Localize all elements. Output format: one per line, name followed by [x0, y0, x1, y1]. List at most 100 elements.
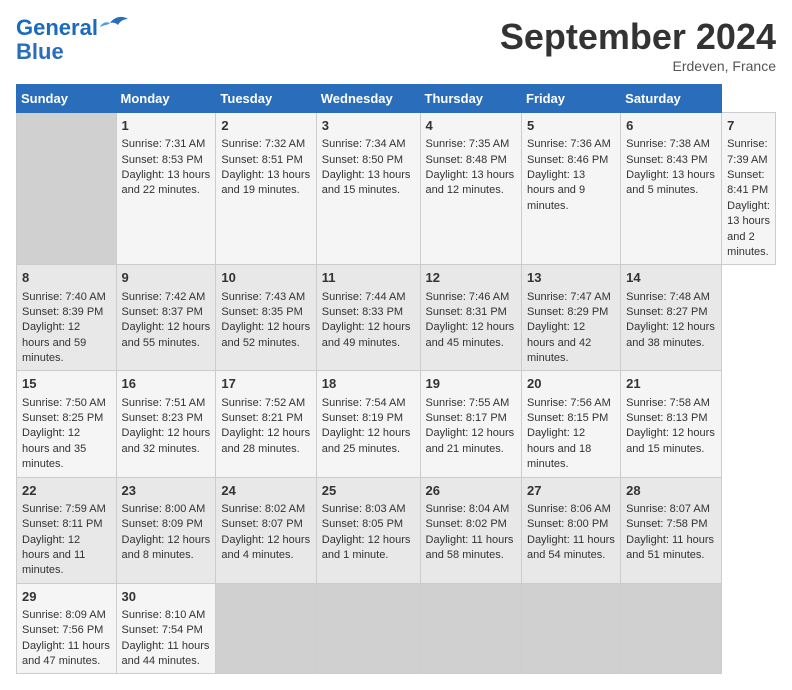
sunset-text: Sunset: 8:09 PM: [122, 518, 203, 530]
sunset-text: Sunset: 8:23 PM: [122, 412, 203, 424]
daylight-text: Daylight: 12 hours and 49 minutes.: [322, 321, 411, 348]
sunrise-text: Sunrise: 7:48 AM: [626, 291, 710, 303]
sunset-text: Sunset: 8:50 PM: [322, 154, 403, 166]
calendar-day-cell: 8Sunrise: 7:40 AMSunset: 8:39 PMDaylight…: [17, 265, 117, 371]
calendar-day-cell: 10Sunrise: 7:43 AMSunset: 8:35 PMDayligh…: [216, 265, 316, 371]
sunset-text: Sunset: 8:21 PM: [221, 412, 302, 424]
daylight-text: Daylight: 12 hours and 18 minutes.: [527, 427, 591, 470]
sunset-text: Sunset: 7:54 PM: [122, 624, 203, 636]
daylight-text: Daylight: 11 hours and 51 minutes.: [626, 534, 714, 561]
sunset-text: Sunset: 8:51 PM: [221, 154, 302, 166]
calendar-day-cell: [316, 583, 420, 674]
day-number: 15: [22, 375, 111, 393]
logo: General Blue: [16, 16, 128, 64]
sunset-text: Sunset: 8:15 PM: [527, 412, 608, 424]
sunrise-text: Sunrise: 7:58 AM: [626, 397, 710, 409]
logo-blue-text: Blue: [16, 40, 64, 64]
day-number: 8: [22, 269, 111, 287]
sunrise-text: Sunrise: 8:07 AM: [626, 503, 710, 515]
sunrise-text: Sunrise: 8:06 AM: [527, 503, 611, 515]
sunrise-text: Sunrise: 7:42 AM: [122, 291, 206, 303]
day-number: 6: [626, 117, 716, 135]
day-number: 20: [527, 375, 615, 393]
daylight-text: Daylight: 13 hours and 2 minutes.: [727, 200, 770, 258]
daylight-text: Daylight: 12 hours and 11 minutes.: [22, 534, 85, 577]
sunrise-text: Sunrise: 8:09 AM: [22, 609, 106, 621]
daylight-text: Daylight: 13 hours and 5 minutes.: [626, 169, 715, 196]
weekday-header-monday: Monday: [116, 85, 216, 113]
calendar-day-cell: 23Sunrise: 8:00 AMSunset: 8:09 PMDayligh…: [116, 477, 216, 583]
day-number: 22: [22, 482, 111, 500]
sunrise-text: Sunrise: 8:02 AM: [221, 503, 305, 515]
sunset-text: Sunset: 8:41 PM: [727, 169, 768, 196]
sunrise-text: Sunrise: 7:47 AM: [527, 291, 611, 303]
daylight-text: Daylight: 12 hours and 15 minutes.: [626, 427, 715, 454]
sunset-text: Sunset: 8:02 PM: [426, 518, 507, 530]
sunrise-text: Sunrise: 7:43 AM: [221, 291, 305, 303]
calendar-day-cell: 18Sunrise: 7:54 AMSunset: 8:19 PMDayligh…: [316, 371, 420, 477]
sunrise-text: Sunrise: 7:50 AM: [22, 397, 106, 409]
sunrise-text: Sunrise: 8:00 AM: [122, 503, 206, 515]
sunrise-text: Sunrise: 7:40 AM: [22, 291, 106, 303]
day-number: 17: [221, 375, 310, 393]
calendar-day-cell: [522, 583, 621, 674]
day-number: 21: [626, 375, 716, 393]
sunrise-text: Sunrise: 7:34 AM: [322, 138, 406, 150]
daylight-text: Daylight: 12 hours and 55 minutes.: [122, 321, 211, 348]
daylight-text: Daylight: 12 hours and 45 minutes.: [426, 321, 515, 348]
sunset-text: Sunset: 8:43 PM: [626, 154, 707, 166]
daylight-text: Daylight: 12 hours and 32 minutes.: [122, 427, 211, 454]
calendar-day-cell: 15Sunrise: 7:50 AMSunset: 8:25 PMDayligh…: [17, 371, 117, 477]
daylight-text: Daylight: 12 hours and 35 minutes.: [22, 427, 86, 470]
weekday-header-sunday: Sunday: [17, 85, 117, 113]
page-header: General Blue September 2024 Erdeven, Fra…: [16, 16, 776, 74]
sunrise-text: Sunrise: 7:46 AM: [426, 291, 510, 303]
day-number: 14: [626, 269, 716, 287]
day-number: 27: [527, 482, 615, 500]
sunset-text: Sunset: 8:13 PM: [626, 412, 707, 424]
sunset-text: Sunset: 8:29 PM: [527, 306, 608, 318]
daylight-text: Daylight: 12 hours and 21 minutes.: [426, 427, 515, 454]
sunrise-text: Sunrise: 8:10 AM: [122, 609, 206, 621]
daylight-text: Daylight: 12 hours and 25 minutes.: [322, 427, 411, 454]
day-number: 4: [426, 117, 516, 135]
calendar-day-cell: 20 Sunrise: 7:56 AM Sunset: 8:15 PM Dayligh…: [522, 371, 621, 477]
day-number: 2: [221, 117, 310, 135]
sunset-text: Sunset: 8:48 PM: [426, 154, 507, 166]
daylight-text: Daylight: 13 hours and 9 minutes.: [527, 169, 585, 212]
sunrise-text: Sunrise: 8:04 AM: [426, 503, 510, 515]
day-number: 7: [727, 117, 770, 135]
calendar-day-cell: 26Sunrise: 8:04 AMSunset: 8:02 PMDayligh…: [420, 477, 521, 583]
calendar-day-cell: 27Sunrise: 8:06 AMSunset: 8:00 PMDayligh…: [522, 477, 621, 583]
sunset-text: Sunset: 8:37 PM: [122, 306, 203, 318]
daylight-text: Daylight: 13 hours and 12 minutes.: [426, 169, 515, 196]
calendar-day-cell: 6Sunrise: 7:38 AMSunset: 8:43 PMDaylight…: [621, 113, 722, 265]
calendar-day-cell: 12Sunrise: 7:46 AMSunset: 8:31 PMDayligh…: [420, 265, 521, 371]
calendar-day-cell: [216, 583, 316, 674]
calendar-day-cell: 5Sunrise: 7:36 AMSunset: 8:46 PMDaylight…: [522, 113, 621, 265]
calendar-day-cell: 29Sunrise: 8:09 AMSunset: 7:56 PMDayligh…: [17, 583, 117, 674]
day-number: 16: [122, 375, 211, 393]
calendar-day-cell: 7 Sunrise: 7:39 AM Sunset: 8:41 PM Daylight…: [722, 113, 776, 265]
calendar-day-cell: 4Sunrise: 7:35 AMSunset: 8:48 PMDaylight…: [420, 113, 521, 265]
calendar-week-row: 1Sunrise: 7:31 AMSunset: 8:53 PMDaylight…: [17, 113, 776, 265]
calendar-day-cell: 21 Sunrise: 7:58 AM Sunset: 8:13 PM Dayligh…: [621, 371, 722, 477]
daylight-text: Daylight: 12 hours and 4 minutes.: [221, 534, 310, 561]
sunrise-text: Sunrise: 7:54 AM: [322, 397, 406, 409]
day-number: 3: [322, 117, 415, 135]
day-number: 12: [426, 269, 516, 287]
sunrise-text: Sunrise: 7:56 AM: [527, 397, 611, 409]
sunset-text: Sunset: 8:00 PM: [527, 518, 608, 530]
day-number: 25: [322, 482, 415, 500]
calendar-day-cell: 24Sunrise: 8:02 AMSunset: 8:07 PMDayligh…: [216, 477, 316, 583]
sunset-text: Sunset: 8:46 PM: [527, 154, 608, 166]
sunrise-text: Sunrise: 7:52 AM: [221, 397, 305, 409]
logo-text: General: [16, 16, 98, 40]
calendar-day-cell: 9Sunrise: 7:42 AMSunset: 8:37 PMDaylight…: [116, 265, 216, 371]
calendar-week-row: 29Sunrise: 8:09 AMSunset: 7:56 PMDayligh…: [17, 583, 776, 674]
sunrise-text: Sunrise: 7:51 AM: [122, 397, 206, 409]
day-number: 24: [221, 482, 310, 500]
sunrise-text: Sunrise: 7:39 AM: [727, 138, 767, 165]
day-number: 10: [221, 269, 310, 287]
daylight-text: Daylight: 13 hours and 15 minutes.: [322, 169, 411, 196]
